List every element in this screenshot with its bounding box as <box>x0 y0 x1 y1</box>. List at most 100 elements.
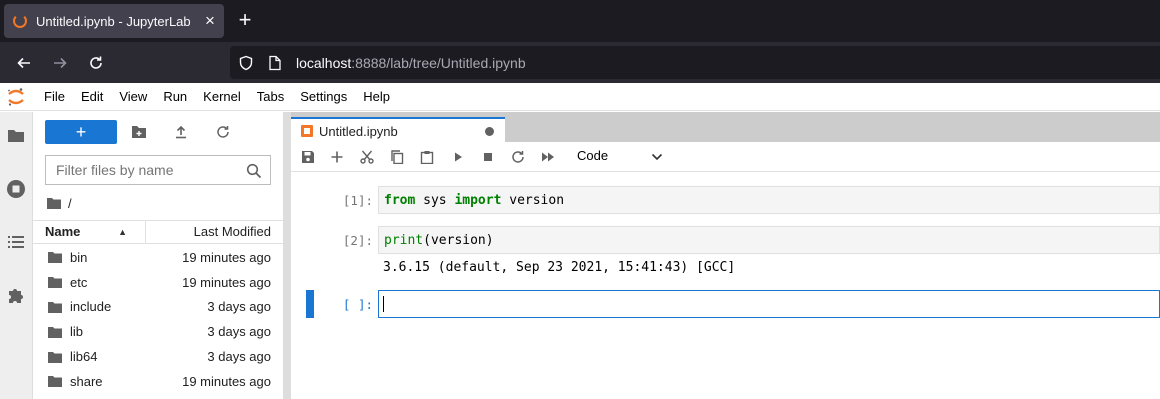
url-bar[interactable]: localhost:8888/lab/tree/Untitled.ipynb <box>230 46 1160 79</box>
main-dock-tabbar: Untitled.ipynb <box>291 112 1160 143</box>
list-item[interactable]: etc 19 minutes ago <box>33 270 283 295</box>
forward-button[interactable] <box>46 49 74 77</box>
code-cell-input[interactable]: from sys import version <box>378 186 1160 214</box>
name-column-header[interactable]: Name ▲ <box>33 221 146 243</box>
file-browser-toolbar: + <box>33 118 283 146</box>
running-sessions-icon[interactable] <box>6 179 26 199</box>
search-icon <box>246 163 262 179</box>
cell-prompt: [ ]: <box>342 297 373 312</box>
restart-kernel-icon[interactable] <box>510 149 526 165</box>
active-code-cell-input[interactable] <box>378 290 1160 318</box>
browser-nav-bar: localhost:8888/lab/tree/Untitled.ipynb <box>0 42 1160 83</box>
shield-icon[interactable] <box>238 55 254 71</box>
forward-arrow-icon <box>54 57 67 69</box>
file-name: etc <box>70 274 88 290</box>
new-folder-icon[interactable] <box>131 124 147 140</box>
file-list-header: Name ▲ Last Modified <box>33 220 283 244</box>
file-modified: 19 minutes ago <box>182 373 271 389</box>
folder-icon <box>48 277 62 289</box>
browser-tab-title: Untitled.ipynb - JupyterLab <box>36 13 191 29</box>
folder-icon[interactable] <box>6 126 26 146</box>
page-icon <box>269 55 281 70</box>
jupyter-menubar: File Edit View Run Kernel Tabs Settings … <box>0 83 1160 111</box>
copy-icon[interactable] <box>389 149 405 165</box>
unsaved-dot-icon[interactable] <box>485 126 494 136</box>
file-modified: 3 days ago <box>207 324 271 340</box>
menu-file[interactable]: File <box>36 83 73 111</box>
url-text[interactable]: localhost:8888/lab/tree/Untitled.ipynb <box>296 55 526 71</box>
browser-tab-strip: Untitled.ipynb - JupyterLab × + <box>0 0 1160 42</box>
menu-tabs[interactable]: Tabs <box>249 83 292 111</box>
list-item[interactable]: include 3 days ago <box>33 295 283 320</box>
back-arrow-icon <box>17 57 30 69</box>
folder-icon <box>48 351 62 363</box>
folder-icon <box>48 376 62 388</box>
cell-type-select[interactable]: Code <box>577 148 608 163</box>
cell-prompt: [1]: <box>342 193 373 208</box>
paste-icon[interactable] <box>419 149 435 165</box>
home-folder-icon[interactable] <box>47 197 61 209</box>
back-button[interactable] <box>10 49 38 77</box>
close-tab-icon[interactable]: × <box>196 11 224 31</box>
cell-output: 3.6.15 (default, Sep 23 2021, 15:41:43) … <box>383 260 736 275</box>
sort-ascending-icon: ▲ <box>118 227 127 237</box>
restart-run-all-icon[interactable] <box>540 149 556 165</box>
menu-kernel[interactable]: Kernel <box>195 83 249 111</box>
list-item[interactable]: lib 3 days ago <box>33 319 283 344</box>
file-browser-panel: + / Name ▲ Last Modified bin 19 minutes … <box>33 112 283 399</box>
interrupt-stop-icon[interactable] <box>480 149 496 165</box>
reload-icon <box>90 56 102 69</box>
notebook-icon <box>301 125 313 137</box>
text-cursor <box>383 296 384 312</box>
folder-icon <box>48 326 62 338</box>
folder-icon <box>48 301 62 313</box>
menu-run[interactable]: Run <box>155 83 195 111</box>
notebook-body: [1]: from sys import version [2]: print(… <box>291 173 1160 399</box>
save-icon[interactable] <box>300 149 316 165</box>
menu-settings[interactable]: Settings <box>292 83 355 111</box>
file-name: share <box>70 373 103 389</box>
new-launcher-button[interactable]: + <box>45 120 117 144</box>
cell-prompt: [2]: <box>342 233 373 248</box>
folder-icon <box>48 252 62 264</box>
file-modified: 19 minutes ago <box>182 274 271 290</box>
last-modified-column-header[interactable]: Last Modified <box>194 221 271 243</box>
menu-help[interactable]: Help <box>355 83 398 111</box>
file-modified: 3 days ago <box>207 299 271 315</box>
file-name: lib <box>70 324 84 340</box>
file-name: lib64 <box>70 349 98 365</box>
cut-icon[interactable] <box>359 149 375 165</box>
code-cell-input[interactable]: print (version) <box>378 226 1160 254</box>
menu-edit[interactable]: Edit <box>73 83 111 111</box>
tab-untitled-notebook[interactable]: Untitled.ipynb <box>291 117 505 143</box>
file-name: bin <box>70 249 88 265</box>
file-modified: 3 days ago <box>207 349 271 365</box>
run-icon[interactable] <box>450 149 466 165</box>
jupyter-logo-icon <box>6 87 26 107</box>
file-modified: 19 minutes ago <box>182 249 271 265</box>
notebook-toolbar: Code <box>291 142 1160 172</box>
notebook-tab-label: Untitled.ipynb <box>319 123 398 139</box>
file-name: include <box>70 299 112 315</box>
add-cell-icon[interactable] <box>329 149 345 165</box>
upload-icon[interactable] <box>173 124 189 140</box>
file-filter-input[interactable] <box>56 162 236 178</box>
breadcrumb: / <box>47 194 72 212</box>
jupyter-favicon-icon <box>13 14 27 28</box>
extensions-puzzle-icon[interactable] <box>6 285 26 305</box>
list-item[interactable]: share 19 minutes ago <box>33 369 283 394</box>
left-activity-bar <box>0 112 33 399</box>
browser-tab[interactable]: Untitled.ipynb - JupyterLab × <box>4 4 224 38</box>
chevron-down-icon[interactable] <box>651 152 663 162</box>
file-list: bin 19 minutes ago etc 19 minutes ago in… <box>33 245 283 394</box>
new-tab-button[interactable]: + <box>232 8 258 34</box>
reload-button[interactable] <box>82 49 110 77</box>
refresh-icon[interactable] <box>215 124 231 140</box>
breadcrumb-root[interactable]: / <box>68 196 72 211</box>
panel-splitter[interactable] <box>283 112 291 399</box>
file-filter-field[interactable] <box>45 155 271 185</box>
list-item[interactable]: lib64 3 days ago <box>33 344 283 369</box>
table-of-contents-icon[interactable] <box>6 232 26 252</box>
menu-view[interactable]: View <box>111 83 155 111</box>
list-item[interactable]: bin 19 minutes ago <box>33 245 283 270</box>
